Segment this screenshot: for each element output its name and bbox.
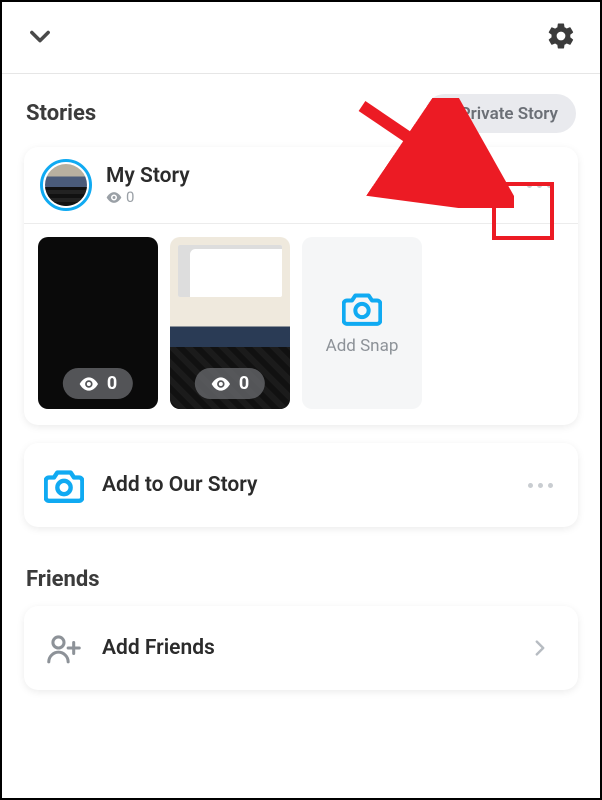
our-story-more-button[interactable] [520,468,560,502]
private-story-label: Private Story [460,104,558,124]
camera-icon [44,467,84,503]
my-story-title: My Story [106,164,516,188]
chevron-right-icon [532,640,548,656]
stories-section-header: Stories + Private Story [2,74,600,147]
story-avatar-ring [40,159,92,211]
my-story-views: 0 [106,188,516,206]
my-story-header[interactable]: My Story 0 [24,147,578,224]
add-snap-label: Add Snap [326,336,399,356]
snap-thumbnail-1[interactable]: 0 [38,237,158,409]
my-story-views-count: 0 [126,188,134,206]
add-friend-icon [46,632,82,664]
add-friends-card: Add Friends [24,606,578,690]
chevron-down-icon [26,22,54,50]
more-icon [528,483,553,488]
snap-views-pill: 0 [63,368,133,399]
add-friends-icon-wrap [42,626,86,670]
camera-icon [342,290,382,326]
our-story-icon-wrap [42,463,86,507]
our-story-title: Add to Our Story [102,473,520,497]
add-snap-button[interactable]: Add Snap [302,237,422,409]
eye-icon [211,377,231,391]
snap-views-pill: 0 [195,368,265,399]
add-friends-row[interactable]: Add Friends [24,606,578,690]
add-to-our-story-row[interactable]: Add to Our Story [24,443,578,527]
add-friends-title: Add Friends [102,636,520,660]
plus-icon: + [443,102,453,125]
story-meta: My Story 0 [106,164,516,206]
eye-icon [79,377,99,391]
my-story-card: My Story 0 0 0 Add Snap [24,147,578,425]
private-story-button[interactable]: + Private Story [425,94,576,133]
story-avatar [45,164,87,206]
header [2,2,600,74]
snap-views-count: 0 [239,373,249,394]
snaps-row: 0 0 Add Snap [24,224,578,425]
more-icon [527,183,552,188]
snap-thumbnail-2[interactable]: 0 [170,237,290,409]
our-story-card: Add to Our Story [24,443,578,527]
add-friends-chevron [520,631,560,665]
settings-button[interactable] [546,21,576,55]
stories-title: Stories [26,101,96,126]
my-story-more-button[interactable] [516,165,562,205]
friends-title: Friends [2,545,600,606]
eye-icon [106,192,122,203]
collapse-button[interactable] [26,22,54,54]
snap-views-count: 0 [107,373,117,394]
gear-icon [546,21,576,51]
